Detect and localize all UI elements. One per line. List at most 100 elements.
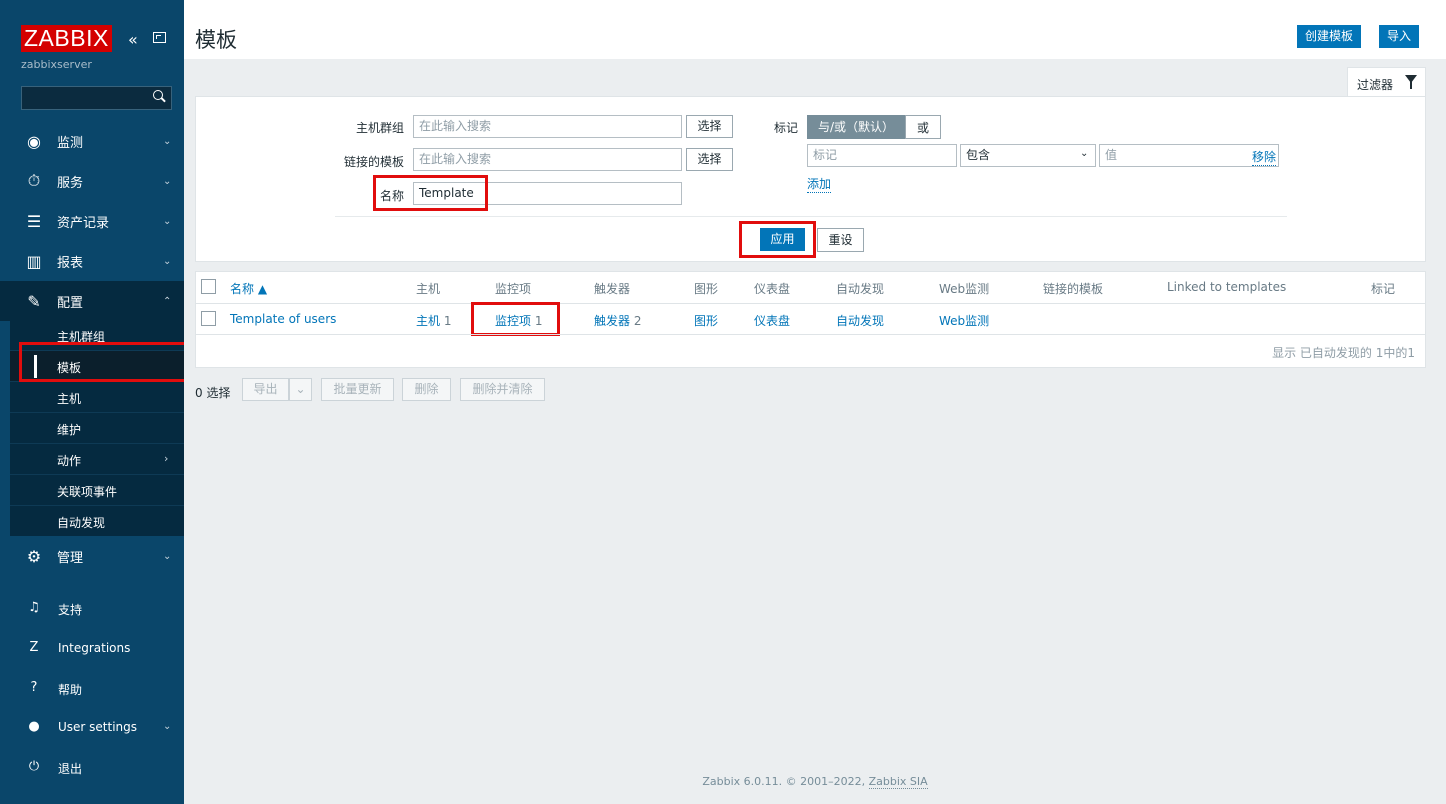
filter-tab[interactable]: 过滤器 [1347,67,1426,97]
select-all-checkbox[interactable] [201,279,216,294]
headset-icon: ♫ [28,600,40,615]
sidebar-item-label: 报表 [57,255,84,271]
discovery-link[interactable]: 自动发现 [836,312,884,329]
linked-templates-select-button[interactable]: 选择 [686,148,733,171]
page-title: 模板 [195,28,237,52]
web-scenarios-link[interactable]: Web监测 [939,312,989,329]
chevron-down-icon: ⌄ [163,550,172,562]
power-icon: ⏻ [28,759,40,774]
filter-icon [1405,75,1417,89]
triggers-link-label: 触发器 [594,314,631,328]
zabbix-logo[interactable]: ZABBIX [21,25,112,52]
footer-company-link[interactable]: Zabbix SIA [868,775,928,789]
graphs-link[interactable]: 图形 [694,312,718,329]
row-checkbox[interactable] [201,311,216,326]
linked-templates-input[interactable]: 在此输入搜索 [413,148,682,171]
footer-copyright: Zabbix 6.0.11. © 2001–2022, [702,775,866,788]
triggers-link[interactable]: 触发器 2 [594,312,641,329]
template-name-link[interactable]: Template of users [230,312,336,326]
column-header-items: 监控项 [495,282,532,296]
sidebar-item-label: 管理 [57,550,84,566]
sidebar-item-label: 支持 [58,603,83,617]
tags-and-or-toggle[interactable]: 与/或（默认） [807,115,905,139]
submenu-item-maintenance[interactable]: 维护 [10,413,184,444]
selected-count: 0 选择 [195,386,231,400]
host-group-input[interactable]: 在此输入搜索 [413,115,682,138]
remove-tag-link[interactable]: 移除 [1252,148,1277,166]
host-group-label: 主机群组 [355,121,404,135]
submenu-item-event-correlation[interactable]: 关联项事件 [10,475,184,506]
column-header-discovery: 自动发现 [836,282,885,296]
sidebar-search-input[interactable] [21,86,172,110]
submenu-item-hosts[interactable]: 主机 [10,382,184,413]
sidebar: ZABBIX « zabbixserver ◉ 监测 ⌄ ⏱ 服务 ⌄ ☰ 资产… [0,0,184,804]
column-header-web: Web监测 [939,282,990,296]
submenu-item-label: 动作 [57,454,82,468]
sidebar-item-label: Integrations [58,641,131,655]
highlight-box-apply [739,221,816,258]
create-template-button[interactable]: 创建模板 [1297,25,1362,48]
tag-name-input[interactable]: 标记 [807,144,957,167]
wrench-icon: ✎ [27,291,41,311]
table-row-separator [196,334,1425,335]
sidebar-item-help[interactable]: ? 帮助 [0,670,184,708]
chevron-down-icon: ⌄ [163,135,172,147]
submenu-item-label: 自动发现 [57,516,106,530]
reset-button[interactable]: 重设 [817,228,864,252]
eye-icon: ◉ [27,131,41,151]
stopwatch-icon: ⏱ [27,171,41,190]
sidebar-item-label: User settings [58,720,138,734]
sidebar-item-services[interactable]: ⏱ 服务 ⌄ [0,161,184,201]
gear-icon: ⚙ [26,546,42,566]
chevron-right-icon: › [164,452,169,465]
column-header-hosts: 主机 [416,282,441,296]
sidebar-item-monitoring[interactable]: ◉ 监测 ⌄ [0,121,184,161]
table-summary: 显示 已自动发现的 1中的1 [1272,346,1415,360]
footer: Zabbix 6.0.11. © 2001–2022, Zabbix SIA [0,775,1446,789]
sidebar-item-integrations[interactable]: Z Integrations [0,630,184,668]
import-button[interactable]: 导入 [1379,25,1420,48]
search-icon[interactable] [152,89,166,105]
submenu-item-actions[interactable]: 动作 › [10,444,184,475]
highlight-box-name-filter [373,175,488,211]
submenu-item-discovery[interactable]: 自动发现 [10,506,184,537]
tag-operator-select[interactable]: 包含 [960,144,1096,167]
filter-tab-label: 过滤器 [1357,78,1394,92]
collapse-sidebar-icon[interactable]: « [128,30,138,49]
column-header-linked-to-templates: Linked to templates [1167,280,1287,294]
submenu-item-label: 主机 [57,392,82,406]
column-header-name[interactable]: 名称 ▲ [230,280,267,297]
sidebar-item-inventory[interactable]: ☰ 资产记录 ⌄ [0,201,184,241]
list-icon: ☰ [26,211,42,231]
delete-and-clear-button[interactable]: 删除并清除 [460,378,545,401]
hosts-link[interactable]: 主机 1 [416,312,451,329]
server-name: zabbixserver [21,58,92,71]
sidebar-item-user-settings[interactable]: ● User settings ⌄ [0,709,184,747]
column-header-dashboards: 仪表盘 [754,282,791,296]
hosts-link-label: 主机 [416,314,441,328]
linked-templates-label: 链接的模板 [343,155,404,169]
bar-chart-icon: ▥ [26,251,42,271]
add-tag-link[interactable]: 添加 [807,175,832,193]
help-icon: ? [30,680,38,695]
export-format-dropdown[interactable]: ⌄ [289,378,312,401]
delete-button[interactable]: 删除 [402,378,451,401]
sidebar-item-configuration[interactable]: ✎ 配置 ⌃ [0,281,184,321]
kiosk-mode-icon[interactable] [153,32,166,43]
submenu-item-label: 维护 [57,423,82,437]
sidebar-item-label: 帮助 [58,683,83,697]
dashboards-link[interactable]: 仪表盘 [754,312,790,329]
sidebar-item-administration[interactable]: ⚙ 管理 ⌄ [0,536,184,576]
tags-or-toggle[interactable]: 或 [905,115,941,139]
sidebar-item-support[interactable]: ♫ 支持 [0,590,184,628]
chevron-up-icon: ⌃ [163,295,172,307]
column-header-tags: 标记 [1371,282,1396,296]
integrations-icon: Z [29,640,39,655]
highlight-box-templates [19,342,189,382]
triggers-count: 2 [633,314,642,328]
sidebar-item-label: 资产记录 [57,215,110,231]
mass-update-button[interactable]: 批量更新 [321,378,394,401]
sidebar-item-reports[interactable]: ▥ 报表 ⌄ [0,241,184,281]
export-button[interactable]: 导出 [242,378,289,401]
host-group-select-button[interactable]: 选择 [686,115,733,138]
